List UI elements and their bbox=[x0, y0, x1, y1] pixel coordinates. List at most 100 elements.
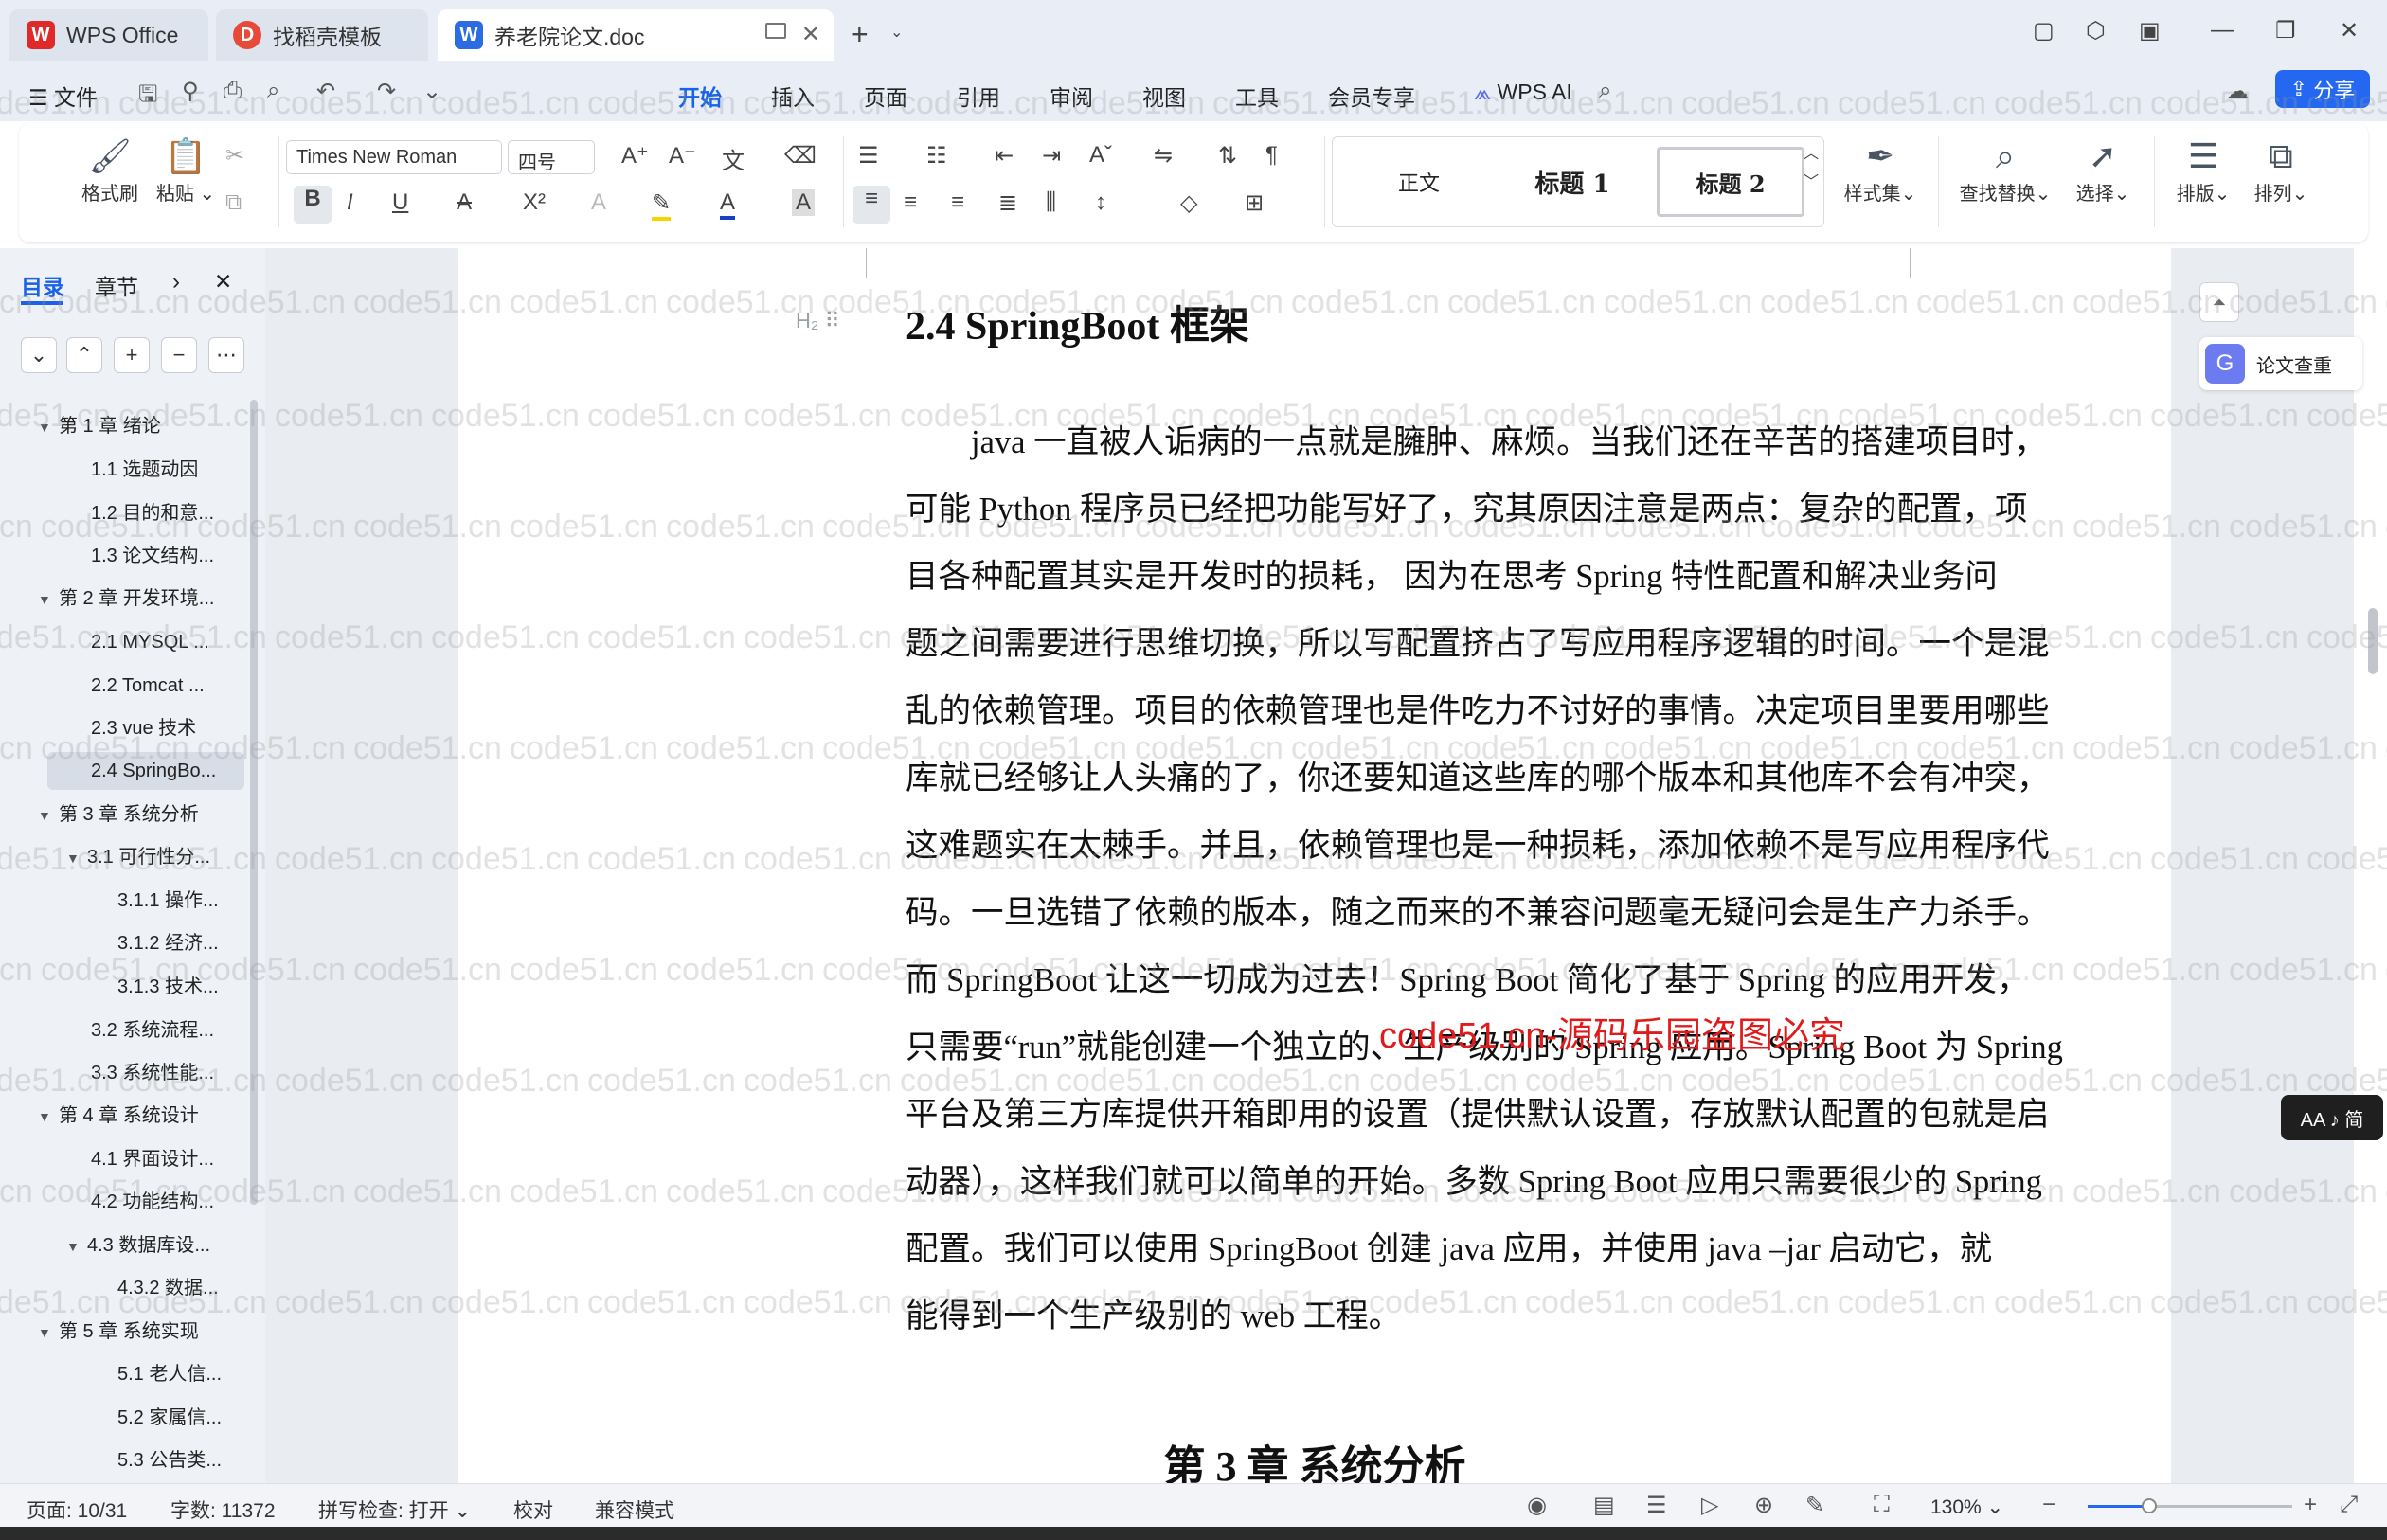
typeset-button[interactable]: ☰ 排版⌄ bbox=[2167, 136, 2239, 206]
heading-level-drag-icon[interactable]: H₂ ⠿ bbox=[796, 309, 840, 333]
menu-wps-ai[interactable]: ⩕ WPS AI bbox=[1474, 80, 1572, 105]
body-text-line[interactable]: 库就已经够让人头痛的了，你还要知道这些库的哪个版本和其他库不会有冲突， bbox=[906, 751, 2050, 798]
word-count[interactable]: 字数: 11372 bbox=[170, 1495, 276, 1524]
border-icon[interactable]: ⊞ bbox=[1245, 189, 1264, 217]
tab-chapter[interactable]: 章节 bbox=[95, 269, 138, 301]
chinese-convert-badge[interactable]: AA ♪ 简 bbox=[2281, 1095, 2383, 1140]
chinese-layout-icon[interactable]: ⇋ bbox=[1154, 142, 1173, 170]
body-text-line[interactable]: 平台及第三方库提供开箱即用的设置（提供默认设置，存放默认配置的包就是启 bbox=[906, 1087, 2050, 1135]
toc-item[interactable]: 5.3 公告类... bbox=[117, 1442, 222, 1479]
font-color-icon[interactable]: A bbox=[720, 189, 736, 220]
fit-page-icon[interactable]: ⛶ bbox=[1874, 1492, 1890, 1518]
toc-item[interactable]: ▼ 第 2 章 开发环境... bbox=[38, 580, 214, 618]
style-heading-1[interactable]: 标题 1 bbox=[1499, 147, 1645, 217]
show-marks-icon[interactable]: ¶ bbox=[1265, 142, 1278, 169]
strikethrough-button[interactable]: A bbox=[457, 189, 472, 216]
close-tab-icon[interactable]: ✕ bbox=[801, 21, 820, 48]
style-set-button[interactable]: ✒ 样式集⌄ bbox=[1838, 136, 1923, 206]
print-preview-icon[interactable]: ⌕ bbox=[267, 78, 279, 104]
box-icon[interactable]: ⬡ bbox=[2086, 17, 2106, 45]
spellcheck-status[interactable]: 拼写检查: 打开 ⌄ bbox=[318, 1495, 471, 1524]
cloud-icon[interactable]: ☁ bbox=[2226, 78, 2249, 105]
page-view-icon[interactable]: ▤ bbox=[1593, 1492, 1615, 1519]
justify-icon[interactable]: ≣ bbox=[998, 189, 1017, 217]
tab-document[interactable]: W 养老院论文.doc ✕ bbox=[438, 9, 834, 61]
menu-review[interactable]: 审阅 bbox=[1050, 80, 1093, 112]
toc-item[interactable]: 5.1 老人信... bbox=[117, 1355, 222, 1393]
zoom-level[interactable]: 130% ⌄ bbox=[1930, 1495, 2003, 1519]
window-mode-icon[interactable] bbox=[765, 23, 786, 39]
style-normal[interactable]: 正文 bbox=[1346, 147, 1492, 217]
toc-item[interactable]: ▼ 第 5 章 系统实现 bbox=[38, 1313, 199, 1351]
style-heading-2[interactable]: 标题 2 bbox=[1657, 147, 1804, 217]
menu-member[interactable]: 会员专享 bbox=[1328, 80, 1415, 112]
align-right-icon[interactable]: ≡ bbox=[951, 189, 964, 216]
tab-docer-templates[interactable]: D 找稻壳模板 bbox=[216, 9, 428, 61]
sort-icon[interactable]: ⇅ bbox=[1218, 142, 1237, 170]
align-left-icon[interactable]: ≡ bbox=[852, 186, 890, 224]
search-icon[interactable]: ⌕ bbox=[1599, 78, 1611, 104]
pin-icon[interactable]: ⚲ bbox=[182, 78, 199, 105]
distribute-icon[interactable]: ⫼ bbox=[1046, 189, 1056, 216]
chevron-down-icon[interactable]: ⌄ bbox=[422, 78, 441, 105]
minimize-icon[interactable]: — bbox=[2211, 17, 2234, 44]
close-window-icon[interactable]: ✕ bbox=[2340, 17, 2359, 45]
paste-button[interactable]: 📋 粘贴 ⌄ bbox=[148, 136, 224, 206]
body-text-line[interactable]: 动器），这样我们就可以简单的开始。多数 Spring Boot 应用只需要很少的… bbox=[906, 1155, 2042, 1202]
zoom-slider[interactable] bbox=[2088, 1498, 2292, 1513]
toc-item[interactable]: ▼ 第 1 章 绪论 bbox=[38, 407, 161, 445]
chevron-up-icon[interactable]: ⌃ bbox=[66, 337, 102, 373]
font-name-select[interactable]: Times New Roman bbox=[286, 140, 502, 174]
toc-item[interactable]: 4.1 界面设计... bbox=[91, 1140, 214, 1178]
body-text-line[interactable]: 码。一旦选错了依赖的版本，随之而来的不兼容问题毫无疑问会是生产力杀手。 bbox=[906, 886, 2050, 933]
web-view-icon[interactable]: ⊕ bbox=[1754, 1492, 1773, 1519]
toc-item[interactable]: ▼ 4.3 数据库设... bbox=[66, 1227, 210, 1264]
share-button[interactable]: ⇪ 分享 bbox=[2275, 70, 2370, 108]
play-icon[interactable]: ▷ bbox=[1701, 1492, 1718, 1519]
vertical-scrollbar[interactable] bbox=[2368, 608, 2378, 674]
toc-item[interactable]: 1.1 选题动因 bbox=[91, 451, 198, 489]
zoom-slider-handle[interactable] bbox=[2141, 1498, 2157, 1513]
toc-item[interactable]: 1.3 论文结构... bbox=[91, 537, 214, 575]
save-icon[interactable]: 🖫 bbox=[138, 78, 157, 116]
print-icon[interactable]: ⎙ bbox=[224, 78, 242, 104]
close-icon[interactable]: ✕ bbox=[214, 269, 232, 295]
zoom-in-icon[interactable]: + bbox=[2304, 1492, 2317, 1518]
chevron-right-icon[interactable]: › bbox=[172, 269, 180, 295]
menu-view[interactable]: 视图 bbox=[1142, 80, 1186, 112]
numbered-list-icon[interactable]: ☷ bbox=[926, 142, 947, 170]
copy-icon[interactable]: ⧉ bbox=[225, 189, 242, 216]
find-replace-button[interactable]: ⌕ 查找替换⌄ bbox=[1953, 136, 2057, 206]
paper-check-button[interactable]: G 论文查重 bbox=[2199, 337, 2362, 390]
bold-button[interactable]: B bbox=[294, 186, 332, 224]
body-text-line[interactable]: 而 SpringBoot 让这一切成为过去！Spring Boot 简化了基于 … bbox=[906, 953, 2029, 1000]
toc-item[interactable]: 3.3 系统性能... bbox=[91, 1054, 214, 1092]
body-text-line[interactable]: 可能 Python 程序员已经把功能写好了，究其原因注意是两点：复杂的配置，项 bbox=[906, 482, 2028, 529]
body-text-line[interactable]: 目各种配置其实是开发时的损耗， 因为在思考 Spring 特性配置和解决业务问 bbox=[906, 549, 1998, 597]
menu-home[interactable]: 开始 bbox=[678, 80, 722, 112]
toc-item[interactable]: 4.2 功能结构... bbox=[91, 1183, 214, 1221]
redo-icon[interactable]: ↷ bbox=[377, 78, 396, 105]
outline-view-icon[interactable]: ☰ bbox=[1646, 1492, 1667, 1519]
menu-references[interactable]: 引用 bbox=[957, 80, 1000, 112]
shading-icon[interactable]: ◇ bbox=[1180, 189, 1197, 217]
body-text-line[interactable]: java 一直被人诟病的一点就是臃肿、麻烦。当我们还在辛苦的搭建项目时， bbox=[906, 415, 2047, 462]
menu-insert[interactable]: 插入 bbox=[771, 80, 815, 112]
toc-item[interactable]: 2.2 Tomcat ... bbox=[91, 667, 205, 705]
collapse-toolbar-icon[interactable]: ⏶ bbox=[2199, 282, 2239, 322]
body-text-line[interactable]: 能得到一个生产级别的 web 工程。 bbox=[906, 1289, 1401, 1336]
toc-item[interactable]: ▼ 3.1 可行性分... bbox=[66, 838, 210, 876]
undo-icon[interactable]: ↶ bbox=[316, 78, 335, 105]
eye-icon[interactable]: ◉ bbox=[1527, 1492, 1547, 1519]
char-shading-icon[interactable]: A bbox=[792, 189, 816, 216]
font-size-select[interactable]: 四号 bbox=[508, 140, 595, 174]
body-text-line[interactable]: 乱的依赖管理。项目的依赖管理也是件吃力不讨好的事情。决定项目里要用哪些 bbox=[906, 684, 2050, 731]
proofread-button[interactable]: 校对 bbox=[513, 1495, 553, 1524]
menu-page[interactable]: 页面 bbox=[864, 80, 907, 112]
body-text-line[interactable]: 这难题实在太棘手。并且，依赖管理也是一种损耗，添加依赖不是写应用程序代 bbox=[906, 818, 2050, 866]
toc-item[interactable]: 3.1.1 操作... bbox=[117, 882, 219, 920]
grow-font-icon[interactable]: A⁺ bbox=[621, 142, 649, 170]
document-page[interactable]: H₂ ⠿ 2.4 SpringBoot 框架 java 一直被人诟病的一点就是臃… bbox=[458, 248, 2171, 1483]
phonetic-icon[interactable]: 文 bbox=[722, 142, 745, 175]
avatar[interactable]: ▣ bbox=[2139, 17, 2161, 45]
